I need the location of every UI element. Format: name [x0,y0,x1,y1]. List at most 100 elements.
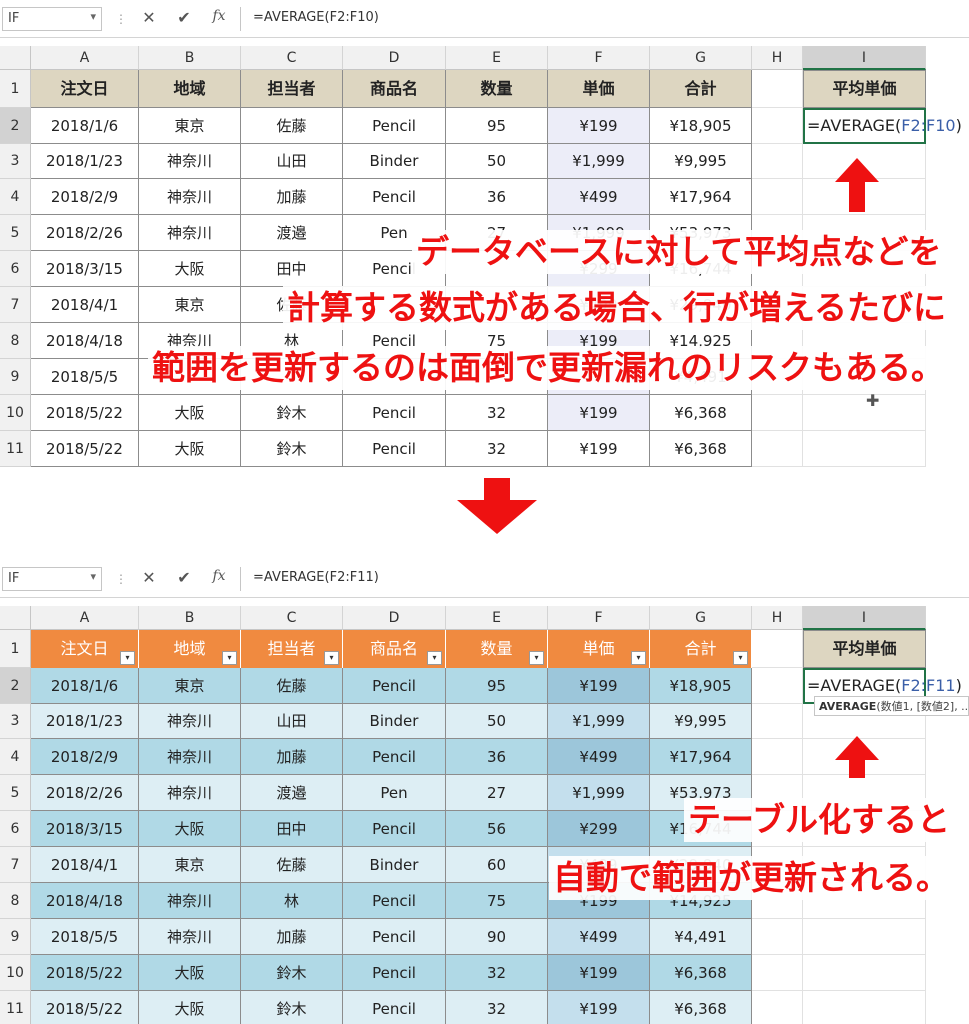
table-cell[interactable]: ¥199 [548,431,650,467]
row-header-11[interactable]: 11 [0,431,31,467]
table-cell[interactable]: ¥6,368 [650,431,752,467]
row-header-10[interactable]: 10 [0,955,31,991]
table-cell[interactable]: 90 [446,919,548,955]
table-cell[interactable]: 田中 [241,251,343,287]
row-header-6[interactable]: 6 [0,251,31,287]
column-header-e[interactable]: E [446,46,548,70]
enter-check-icon[interactable]: ✔ [171,8,197,30]
table-header-cell[interactable]: 商品名 [343,70,446,108]
empty-cell[interactable] [752,739,803,775]
row-header-8[interactable]: 8 [0,883,31,919]
table-cell[interactable]: 2018/4/1 [31,847,139,883]
table-cell[interactable]: Pencil [343,991,446,1024]
name-box[interactable]: IF ▾ [2,7,102,31]
table-cell[interactable]: ¥499 [548,179,650,215]
row-header-5[interactable]: 5 [0,215,31,251]
row-header-9[interactable]: 9 [0,919,31,955]
empty-cell[interactable] [752,395,803,431]
table-cell[interactable]: 鈴木 [241,395,343,431]
select-all-corner[interactable] [0,46,31,70]
table-header-cell[interactable]: 地域 [139,70,241,108]
table-cell[interactable]: 大阪 [139,431,241,467]
column-header-h[interactable]: H [752,606,803,630]
table-cell[interactable]: 36 [446,179,548,215]
row-header-2[interactable]: 2 [0,108,31,144]
table-cell[interactable]: 佐藤 [241,668,343,704]
table-cell[interactable]: Pencil [343,179,446,215]
table-cell[interactable]: 鈴木 [241,991,343,1024]
row-header-4[interactable]: 4 [0,179,31,215]
row-header-8[interactable]: 8 [0,323,31,359]
table-cell[interactable]: ¥199 [548,395,650,431]
table-cell[interactable]: 神奈川 [139,883,241,919]
empty-cell[interactable] [752,108,803,144]
cancel-icon[interactable]: ✕ [136,8,162,30]
table-header-cell[interactable]: 合計 ▾ [650,630,752,668]
table-cell[interactable]: 50 [446,144,548,179]
table-cell[interactable]: 2018/3/15 [31,251,139,287]
empty-cell[interactable] [803,395,926,431]
table-cell[interactable]: ¥199 [548,955,650,991]
table-cell[interactable]: 2018/1/6 [31,668,139,704]
table-cell[interactable]: 2018/4/1 [31,287,139,323]
table-cell[interactable]: ¥18,905 [650,668,752,704]
table-cell[interactable]: 75 [446,883,548,919]
column-header-g[interactable]: G [650,606,752,630]
empty-cell[interactable] [752,991,803,1024]
row-header-5[interactable]: 5 [0,775,31,811]
table-cell[interactable]: 2018/1/23 [31,144,139,179]
row-header-2[interactable]: 2 [0,668,31,704]
table-header-cell[interactable]: 単価 ▾ [548,630,650,668]
table-cell[interactable]: ¥17,964 [650,179,752,215]
table-cell[interactable]: 32 [446,991,548,1024]
row-header-7[interactable]: 7 [0,847,31,883]
table-cell[interactable]: 大阪 [139,811,241,847]
column-header-i[interactable]: I [803,46,926,70]
table-cell[interactable]: 鈴木 [241,431,343,467]
table-cell[interactable]: 2018/5/22 [31,431,139,467]
column-header-f[interactable]: F [548,46,650,70]
table-cell[interactable]: 2018/2/26 [31,215,139,251]
filter-dropdown-icon[interactable]: ▾ [427,651,442,665]
chevron-down-icon[interactable]: ▾ [90,10,96,23]
table-cell[interactable]: 東京 [139,668,241,704]
table-cell[interactable]: ¥9,995 [650,144,752,179]
empty-cell[interactable] [752,704,803,739]
row-header-4[interactable]: 4 [0,739,31,775]
row-header-6[interactable]: 6 [0,811,31,847]
table-cell[interactable]: Pencil [343,955,446,991]
table-cell[interactable]: ¥17,964 [650,739,752,775]
table-cell[interactable]: 神奈川 [139,704,241,739]
table-cell[interactable]: 32 [446,395,548,431]
table-cell[interactable]: ¥199 [548,991,650,1024]
column-header-d[interactable]: D [343,606,446,630]
table-cell[interactable]: Pencil [343,883,446,919]
table-cell[interactable]: 佐藤 [241,847,343,883]
table-header-cell[interactable]: 数量 [446,70,548,108]
table-cell[interactable]: 田中 [241,811,343,847]
table-cell[interactable]: ¥18,905 [650,108,752,144]
empty-cell[interactable] [803,955,926,991]
table-cell[interactable]: 32 [446,431,548,467]
table-cell[interactable]: ¥299 [548,811,650,847]
chevron-down-icon[interactable]: ▾ [90,570,96,583]
empty-cell[interactable] [752,70,803,108]
table-header-cell[interactable]: 担当者 [241,70,343,108]
table-cell[interactable]: Pencil [343,431,446,467]
table-cell[interactable]: 神奈川 [139,739,241,775]
table-header-cell[interactable]: 商品名 ▾ [343,630,446,668]
row-header-9[interactable]: 9 [0,359,31,395]
table-cell[interactable]: Pencil [343,739,446,775]
table-cell[interactable]: 2018/2/9 [31,179,139,215]
table-cell[interactable]: 神奈川 [139,144,241,179]
table-cell[interactable]: ¥6,368 [650,395,752,431]
column-header-a[interactable]: A [31,46,139,70]
filter-dropdown-icon[interactable]: ▾ [733,651,748,665]
row-header-3[interactable]: 3 [0,704,31,739]
column-header-h[interactable]: H [752,46,803,70]
table-cell[interactable]: Pencil [343,108,446,144]
table-cell[interactable]: 2018/5/22 [31,395,139,431]
table-cell[interactable]: 27 [446,775,548,811]
table-cell[interactable]: Pencil [343,919,446,955]
table-cell[interactable]: 32 [446,955,548,991]
